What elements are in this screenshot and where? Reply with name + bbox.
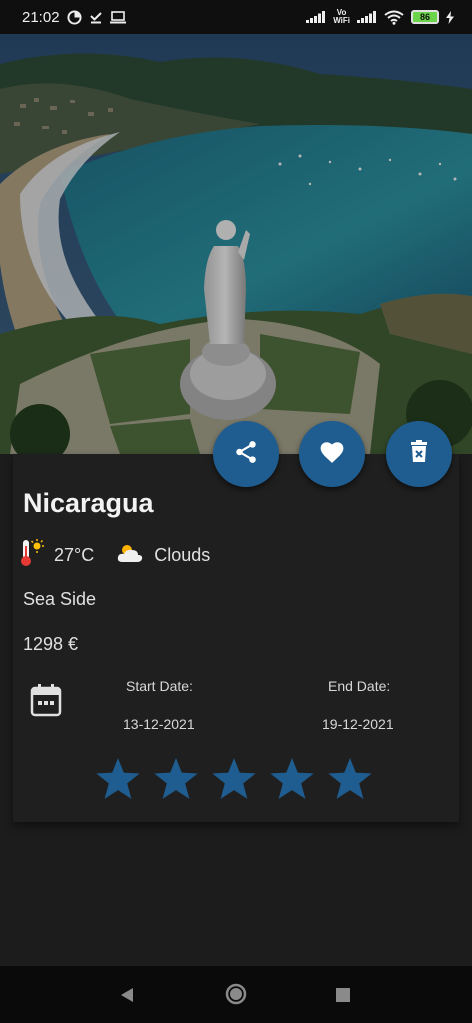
partly-cloudy-icon — [116, 542, 144, 569]
battery-indicator: 86 — [411, 10, 439, 24]
star-icon[interactable] — [211, 757, 257, 806]
home-icon[interactable] — [225, 983, 247, 1010]
calendar-icon — [30, 683, 62, 722]
navigation-bar — [0, 966, 472, 1023]
star-icon[interactable] — [269, 757, 315, 806]
destination-title: Nicaragua — [23, 488, 154, 518]
rating-stars[interactable] — [95, 757, 373, 806]
destination-image — [0, 34, 472, 454]
weather-text: Clouds — [154, 545, 211, 565]
recent-apps-icon[interactable] — [336, 988, 350, 1007]
star-icon[interactable] — [95, 757, 141, 806]
star-icon[interactable] — [327, 757, 373, 806]
wifi-icon — [384, 10, 404, 25]
back-icon[interactable] — [119, 987, 135, 1008]
signal-icon — [306, 11, 326, 23]
price-text: 1298 € — [23, 634, 79, 654]
category-text: Sea Side — [23, 589, 97, 609]
trip-card: Nicaragua 27°C Clouds Sea Side 1298 € St… — [13, 454, 459, 822]
thermometer-icon — [18, 538, 44, 573]
end-date-label: End Date: — [328, 678, 391, 694]
share-icon — [233, 439, 259, 470]
data-saver-icon — [67, 9, 82, 25]
favorite-button[interactable] — [299, 421, 365, 487]
end-date-value: 19-12-2021 — [322, 716, 394, 732]
delete-button[interactable] — [386, 421, 452, 487]
start-date-value: 13-12-2021 — [123, 716, 195, 732]
laptop-icon — [109, 10, 126, 24]
share-button[interactable] — [213, 421, 279, 487]
status-time: 21:02 — [22, 8, 60, 26]
start-date-label: Start Date: — [126, 678, 193, 694]
temperature-text: 27°C — [54, 545, 95, 565]
heart-icon — [319, 440, 345, 469]
vowifi-indicator: Vo WiFi — [333, 8, 350, 25]
star-icon[interactable] — [153, 757, 199, 806]
signal-icon-2 — [357, 11, 377, 23]
charging-icon — [446, 10, 454, 24]
weather-row: 27°C Clouds — [18, 538, 210, 573]
delete-icon — [408, 439, 430, 469]
status-bar: 21:02 Vo WiFi 86 — [0, 0, 472, 34]
download-done-icon — [89, 10, 103, 24]
